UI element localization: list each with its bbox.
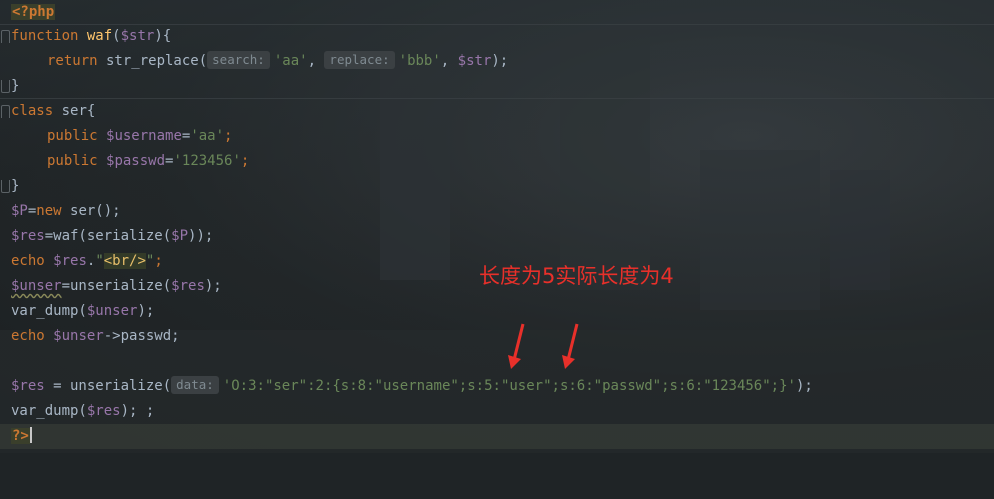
punctuation: ){	[154, 28, 172, 44]
keyword: return	[47, 53, 98, 69]
fold-marker-icon[interactable]	[1, 105, 10, 118]
keyword: public	[47, 153, 98, 169]
code-line-18-current[interactable]: ?>	[0, 424, 994, 449]
punctuation: );	[795, 378, 813, 394]
property-access: ->passwd;	[103, 328, 180, 344]
string-literal: 'bbb'	[398, 53, 441, 69]
parameter-hint-search: search:	[207, 51, 270, 69]
code-line-9[interactable]: $P=new ser();	[0, 199, 994, 224]
variable: $P	[11, 203, 28, 219]
constructor-call: ser();	[61, 203, 121, 219]
keyword: echo	[11, 328, 45, 344]
code-line-17[interactable]: var_dump($res); ;	[0, 399, 994, 424]
keyword: new	[36, 203, 62, 219]
variable: $res	[11, 228, 45, 244]
keyword: class	[11, 103, 54, 119]
punctuation: );	[204, 278, 222, 294]
variable: $str	[457, 53, 492, 69]
variable: $unser	[11, 278, 62, 294]
punctuation: );	[137, 303, 155, 319]
string-quote: "	[95, 253, 104, 269]
code-line-2[interactable]: function waf($str){	[0, 24, 994, 49]
variable: $P	[171, 228, 189, 244]
fold-marker-icon[interactable]	[1, 180, 10, 193]
code-line-16[interactable]: $res = unserialize(data: 'O:3:"ser":2:{s:…	[0, 374, 994, 399]
annotation-arrow-icon	[508, 323, 525, 369]
variable: $res	[86, 403, 121, 419]
function-name: waf	[86, 28, 113, 44]
function-call: var_dump(	[11, 303, 87, 319]
punctuation: );	[491, 53, 509, 69]
code-line-7[interactable]: public $passwd='123456';	[0, 149, 994, 174]
variable: $passwd	[106, 153, 166, 169]
code-line-4[interactable]: }	[0, 74, 994, 99]
string-literal: 'aa'	[273, 53, 308, 69]
variable: $res	[11, 378, 45, 394]
class-declaration: ser{	[53, 103, 96, 119]
variable: $unser	[53, 328, 104, 344]
code-line-15[interactable]	[0, 349, 994, 374]
punctuation: (	[112, 28, 121, 44]
keyword: function	[11, 28, 79, 44]
code-line-5[interactable]: class ser{	[0, 99, 994, 124]
code-editor[interactable]: <?php function waf($str){ return str_rep…	[0, 0, 994, 453]
code-line-8[interactable]: }	[0, 174, 994, 199]
string-literal: 'aa'	[190, 128, 225, 144]
annotation-arrow-icon	[562, 323, 579, 369]
fold-marker-icon[interactable]	[1, 30, 10, 43]
variable: $username	[106, 128, 182, 144]
serialized-string-literal: 'O:3:"ser":2:{s:8:"username";s:5:"user";…	[222, 378, 796, 394]
closing-brace: }	[11, 178, 20, 194]
parameter-hint-data: data:	[171, 376, 219, 394]
code-line-1[interactable]: <?php	[0, 0, 994, 25]
function-call: var_dump(	[11, 403, 87, 419]
annotation-text: 长度为5实际长度为4	[479, 264, 674, 288]
php-open-tag: <?php	[11, 4, 56, 20]
code-line-6[interactable]: public $username='aa';	[0, 124, 994, 149]
punctuation: ));	[188, 228, 214, 244]
punctuation: ;	[154, 253, 163, 269]
variable: $str	[120, 28, 155, 44]
parameter-hint-replace: replace:	[324, 51, 395, 69]
code-line-10[interactable]: $res=waf(serialize($P));	[0, 224, 994, 249]
punctuation: ;	[224, 128, 233, 144]
code-line-3[interactable]: return str_replace(search:'aa', replace:…	[0, 49, 994, 74]
closing-brace: }	[11, 78, 20, 94]
php-close-tag: ?>	[11, 428, 30, 444]
punctuation: ,	[440, 53, 458, 69]
variable: $res	[53, 253, 87, 269]
function-call: str_replace(	[97, 53, 208, 69]
punctuation: ,	[307, 53, 325, 69]
string-literal: '123456'	[173, 153, 241, 169]
function-call: =unserialize(	[61, 278, 172, 294]
variable: $unser	[86, 303, 138, 319]
code-line-14[interactable]: echo $unser->passwd;	[0, 324, 994, 349]
keyword: public	[47, 128, 98, 144]
code-line-13[interactable]: var_dump($unser);	[0, 299, 994, 324]
text-cursor	[29, 427, 32, 443]
punctuation: ); ;	[120, 403, 155, 419]
keyword: echo	[11, 253, 45, 269]
function-call: =waf(serialize(	[44, 228, 172, 244]
punctuation: ;	[240, 153, 250, 169]
html-tag: <br/>	[103, 253, 146, 269]
function-call: = unserialize(	[44, 378, 172, 394]
fold-marker-icon[interactable]	[1, 80, 10, 93]
variable: $res	[171, 278, 205, 294]
